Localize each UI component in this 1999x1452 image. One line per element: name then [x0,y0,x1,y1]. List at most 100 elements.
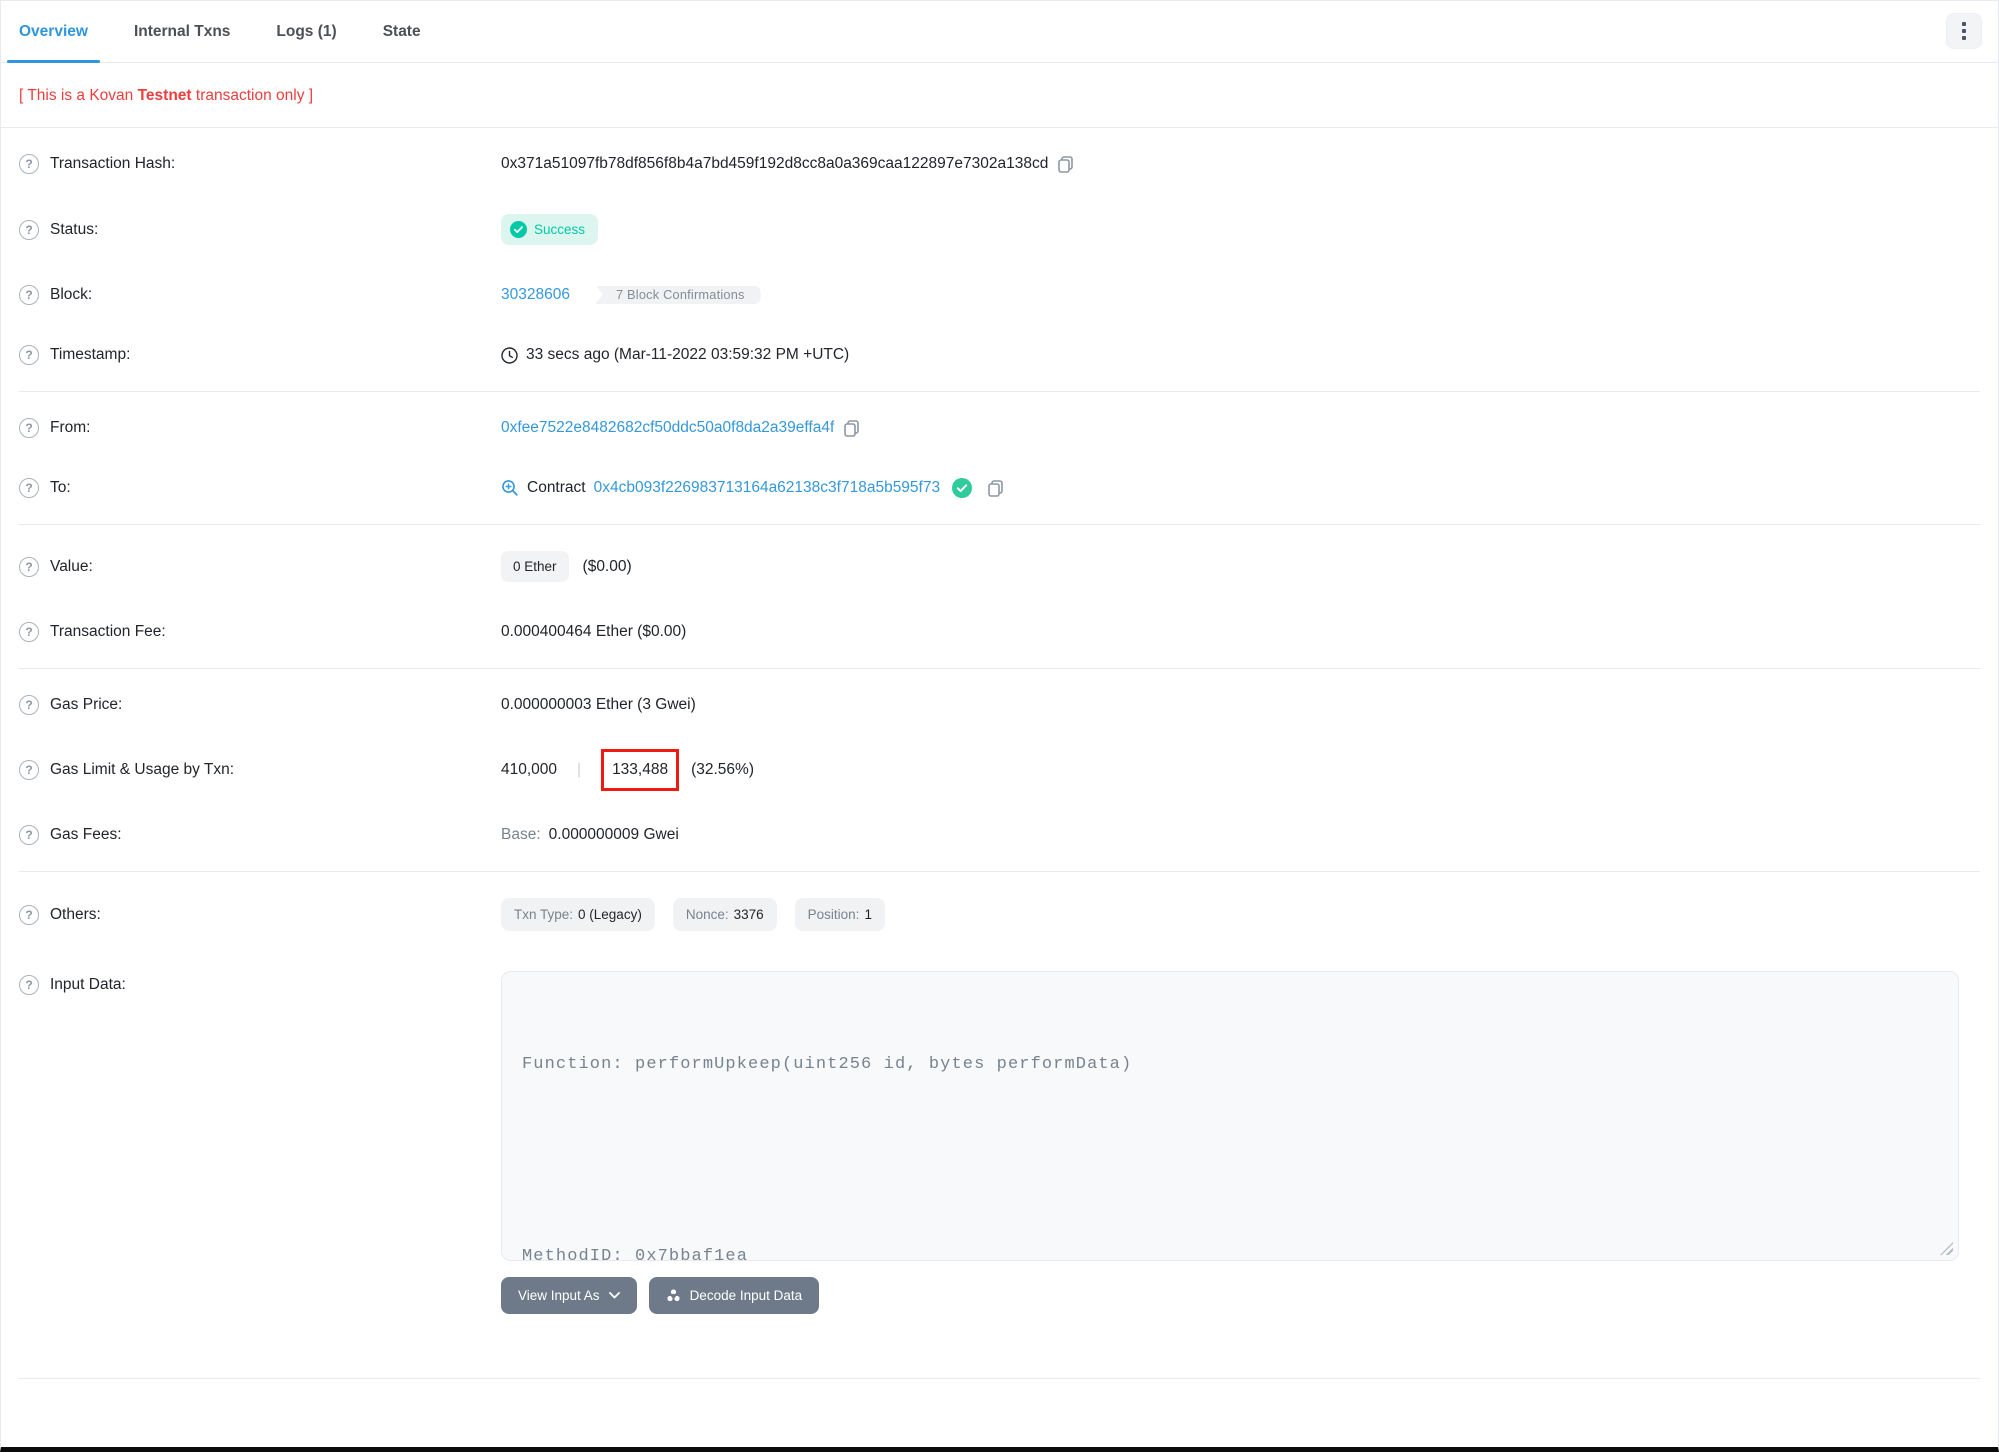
row-transaction-fee: ? Transaction Fee: 0.000400464 Ether ($0… [19,602,1980,662]
decode-input-data-button[interactable]: Decode Input Data [648,1277,820,1314]
row-status: ? Status: Success [19,194,1980,265]
tab-overview[interactable]: Overview [7,1,100,63]
others-label-group: ? Others: [19,904,501,925]
clock-icon [501,346,518,364]
help-icon: ? [19,478,39,498]
copy-icon[interactable] [1056,155,1075,174]
value-label: Value: [50,557,93,575]
tab-bar: Overview Internal Txns Logs (1) State [1,1,1998,63]
gas-limit-label-group: ? Gas Limit & Usage by Txn: [19,760,501,780]
position-key: Position: [807,907,860,922]
help-icon: ? [19,556,39,577]
row-gas-fees: ? Gas Fees: Base: 0.000000009 Gwei [19,805,1980,865]
input-methodid-line: MethodID: 0x7bbaf1ea [522,1247,749,1261]
copy-icon[interactable] [842,419,861,438]
to-label: To: [50,479,71,496]
status-badge: Success [501,214,599,245]
kebab-dot [1962,36,1966,40]
timestamp-label-group: ? Timestamp: [19,345,501,365]
more-options-button[interactable] [1946,13,1982,49]
help-icon: ? [19,975,39,995]
block-confirmations-badge: 7 Block Confirmations [589,286,761,304]
row-block: ? Block: 30328606 7 Block Confirmations [19,265,1980,325]
help-icon: ? [19,345,39,365]
input-function-line: Function: performUpkeep(uint256 id, byte… [522,1055,1133,1074]
gas-limit-label: Gas Limit & Usage by Txn: [50,761,235,778]
gas-fees-label-group: ? Gas Fees: [19,825,501,845]
testnet-notice: [ This is a Kovan Testnet transaction on… [1,63,1998,128]
help-icon: ? [19,285,39,305]
input-data-textarea[interactable]: Function: performUpkeep(uint256 id, byte… [501,971,1959,1261]
transaction-hash-label-group: ? Transaction Hash: [19,154,501,174]
input-data-label-group: ? Input Data: [19,971,501,995]
decode-label: Decode Input Data [689,1288,803,1303]
nonce-key: Nonce: [685,907,729,922]
kebab-dot [1962,22,1966,26]
bottom-divider [19,1378,1980,1379]
help-icon: ? [19,825,39,845]
to-label-group: ? To: [19,478,501,498]
nonce-value: 3376 [733,907,764,922]
row-timestamp: ? Timestamp: 33 secs ago (Mar-11-2022 03… [19,325,1980,385]
row-transaction-hash: ? Transaction Hash: 0x371a51097fb78df856… [19,134,1980,194]
gas-fees-label: Gas Fees: [50,826,122,843]
txn-type-value: 0 (Legacy) [578,907,642,922]
gas-used-value: 133,488 [612,761,669,778]
check-circle-icon [510,221,527,238]
help-icon: ? [19,695,39,715]
gas-used-percent: (32.56%) [691,761,754,778]
divider [19,871,1980,872]
gas-price-label-group: ? Gas Price: [19,695,501,715]
row-gas-price: ? Gas Price: 0.000000003 Ether (3 Gwei) [19,675,1980,735]
notice-prefix: [ This is a Kovan [19,87,138,104]
gas-fees-base-value: 0.000000009 Gwei [548,826,679,843]
position-badge: Position: 1 [794,898,885,931]
kebab-dot [1962,29,1966,33]
divider [19,391,1980,392]
overview-rows: ? Transaction Hash: 0x371a51097fb78df856… [1,128,1998,1334]
status-label: Status: [50,220,99,238]
pipe-separator: | [577,761,582,778]
input-blank-line [522,1145,1938,1177]
divider [19,524,1980,525]
gas-limit-value: 410,000 [501,761,558,778]
gas-fees-base-label: Base: [501,826,541,843]
transaction-details-page: Overview Internal Txns Logs (1) State [ … [0,0,1999,1452]
view-input-as-label: View Input As [518,1288,600,1303]
tab-state[interactable]: State [383,1,421,62]
help-icon: ? [19,154,39,174]
gas-price-value: 0.000000003 Ether (3 Gwei) [501,696,696,713]
row-value: ? Value: 0 Ether ($0.00) [19,531,1980,602]
help-icon: ? [19,622,39,642]
txn-type-badge: Txn Type: 0 (Legacy) [501,898,655,931]
help-icon: ? [19,904,39,925]
notice-suffix: transaction only ] [191,87,314,104]
tab-logs[interactable]: Logs (1) [276,1,336,62]
chevron-down-icon [608,1292,620,1299]
timestamp-value: 33 secs ago (Mar-11-2022 03:59:32 PM +UT… [526,346,850,363]
others-label: Others: [50,905,101,923]
block-number-link[interactable]: 30328606 [501,286,570,304]
transaction-hash-label: Transaction Hash: [50,155,176,172]
transaction-hash-value: 0x371a51097fb78df856f8b4a7bd459f192d8cc8… [501,155,1049,172]
copy-icon[interactable] [986,479,1005,498]
from-address-link[interactable]: 0xfee7522e8482682cf50ddc50a0f8da2a39effa… [501,419,834,437]
help-icon: ? [19,219,39,240]
row-gas-limit-usage: ? Gas Limit & Usage by Txn: 410,000 | 13… [19,735,1980,805]
block-label: Block: [50,286,93,303]
input-data-buttons: View Input As Decode Input Data [501,1277,1980,1314]
resize-handle[interactable] [1940,1242,1953,1255]
txn-type-key: Txn Type: [514,907,574,922]
status-badge-text: Success [534,222,586,237]
to-contract-word: Contract [527,479,586,496]
block-confirmations-text: 7 Block Confirmations [589,286,761,304]
value-label-group: ? Value: [19,556,501,577]
to-address-link[interactable]: 0x4cb093f226983713164a62138c3f718a5b595f… [594,479,941,497]
block-label-group: ? Block: [19,285,501,305]
view-input-as-button[interactable]: View Input As [501,1277,637,1314]
row-input-data: ? Input Data: Function: performUpkeep(ui… [19,951,1980,1334]
tab-internal-txns[interactable]: Internal Txns [134,1,230,62]
from-label-group: ? From: [19,418,501,438]
timestamp-label: Timestamp: [50,346,131,363]
magnifier-plus-icon[interactable] [501,479,519,497]
